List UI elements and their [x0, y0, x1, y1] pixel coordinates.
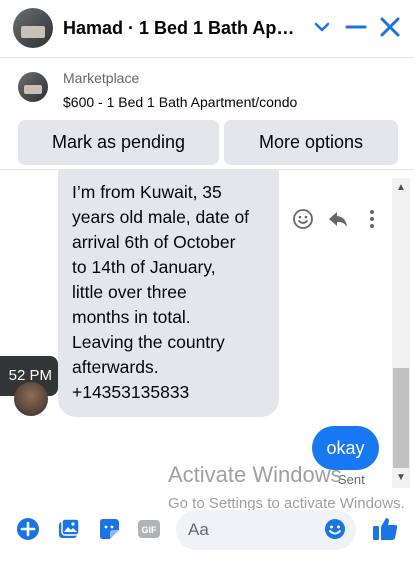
message-line: years old male, date of: [72, 207, 250, 227]
mark-as-pending-button[interactable]: Mark as pending: [18, 120, 219, 165]
scrollbar-thumb[interactable]: [393, 368, 409, 468]
contact-avatar[interactable]: [13, 8, 53, 48]
activate-windows-title: Activate Windows: [168, 462, 342, 487]
image-icon[interactable]: [56, 516, 82, 542]
sender-avatar[interactable]: [14, 382, 48, 416]
close-icon[interactable]: [377, 14, 403, 40]
chevron-down-icon[interactable]: [309, 14, 335, 40]
reply-icon[interactable]: [327, 208, 349, 232]
chat-title[interactable]: Hamad · 1 Bed 1 Bath Apar…: [63, 18, 303, 39]
minimize-icon[interactable]: [343, 14, 369, 40]
svg-text:GIF: GIF: [142, 525, 158, 535]
marketplace-card: Marketplace $600 - 1 Bed 1 Bath Apartmen…: [0, 58, 414, 170]
more-options-button[interactable]: More options: [224, 120, 398, 165]
scrollbar[interactable]: ▲ ▼: [392, 178, 410, 488]
message-line: afterwards.: [72, 357, 159, 377]
message-status: Sent: [338, 472, 365, 487]
message-input[interactable]: Aa: [176, 510, 356, 550]
message-line: arrival 6th of October: [72, 232, 236, 252]
message-thread: I’m from Kuwait, 35 years old male, date…: [0, 170, 414, 510]
emoji-icon[interactable]: [322, 517, 348, 543]
message-input-placeholder: Aa: [188, 520, 209, 539]
gif-icon[interactable]: GIF: [136, 516, 162, 542]
scroll-down-arrow-icon[interactable]: ▼: [392, 472, 410, 484]
like-icon[interactable]: [370, 514, 400, 544]
message-line: months in total.: [72, 307, 191, 327]
message-line: I’m from Kuwait, 35: [72, 182, 222, 202]
sticker-icon[interactable]: [96, 516, 122, 542]
listing-title[interactable]: $600 - 1 Bed 1 Bath Apartment/condo: [63, 94, 297, 110]
incoming-message-bubble[interactable]: I’m from Kuwait, 35 years old male, date…: [58, 170, 279, 417]
message-composer: GIF Aa: [0, 510, 414, 570]
listing-thumbnail[interactable]: [18, 72, 48, 102]
marketplace-label: Marketplace: [63, 70, 140, 86]
react-emoji-icon[interactable]: [292, 208, 314, 232]
message-line: little over three: [72, 282, 187, 302]
message-line: to 14th of January,: [72, 257, 216, 277]
chat-header: Hamad · 1 Bed 1 Bath Apar…: [0, 0, 414, 58]
message-line: +14353135833: [72, 382, 190, 402]
message-line: Leaving the country: [72, 332, 225, 352]
scroll-up-arrow-icon[interactable]: ▲: [392, 182, 410, 194]
plus-icon[interactable]: [15, 516, 41, 542]
more-vertical-icon[interactable]: [364, 208, 380, 232]
